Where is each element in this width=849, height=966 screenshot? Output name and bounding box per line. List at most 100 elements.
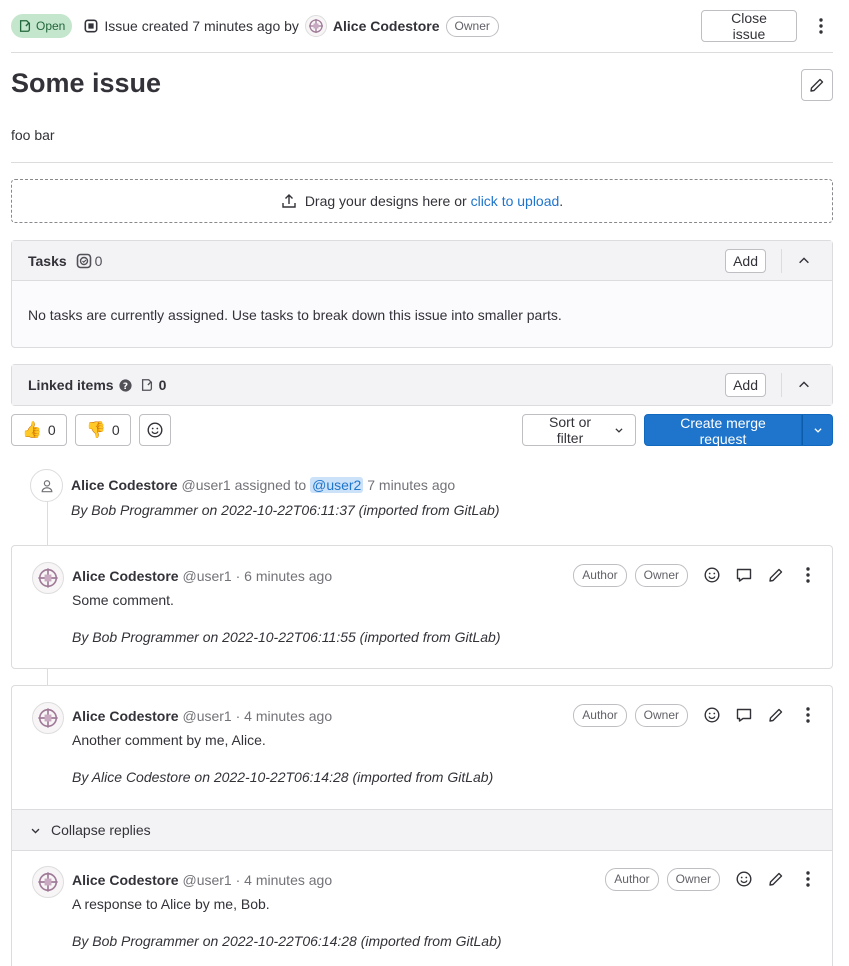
sort-filter-label: Sort or filter — [549, 414, 592, 446]
comment-author[interactable]: Alice Codestore — [72, 568, 179, 584]
linked-items-header: Linked items ? 0 Add — [12, 365, 832, 405]
issue-type-icon — [84, 19, 98, 33]
separator — [781, 248, 782, 273]
smiley-icon — [147, 422, 163, 438]
issue-open-icon — [19, 20, 31, 32]
pencil-icon[interactable] — [764, 867, 788, 891]
pencil-icon — [810, 78, 824, 92]
task-done-icon — [76, 253, 91, 268]
upload-icon — [282, 194, 296, 208]
smiley-icon[interactable] — [700, 563, 724, 587]
smiley-icon[interactable] — [732, 867, 756, 891]
comment-note: Alice Codestore @user1 · 6 minutes ago S… — [11, 545, 833, 669]
owner-badge: Owner — [634, 563, 688, 587]
thumbs-down-icon: 👎 — [86, 422, 106, 439]
issue-description: foo bar — [11, 127, 55, 143]
comment-imported: By Bob Programmer on 2022-10-22T06:11:55… — [72, 629, 501, 645]
owner-badge: Owner — [666, 867, 720, 891]
author-badge: Author — [605, 867, 659, 891]
author-link[interactable]: Alice Codestore — [333, 18, 440, 34]
comment-meta-line: Alice Codestore @user1 · 6 minutes ago — [72, 568, 332, 584]
tasks-title: Tasks — [28, 252, 67, 269]
comment-author[interactable]: Alice Codestore — [72, 708, 179, 724]
role-badge: Owner — [445, 15, 499, 37]
pencil-icon[interactable] — [764, 563, 788, 587]
svg-text:?: ? — [123, 381, 128, 391]
created-text: Issue created 7 minutes ago by — [104, 18, 299, 34]
tasks-header: Tasks 0 Add — [12, 241, 832, 281]
author-avatar[interactable] — [304, 15, 327, 37]
upload-link[interactable]: click to upload — [471, 193, 560, 209]
description-divider — [11, 162, 833, 163]
reply-author[interactable]: Alice Codestore — [72, 872, 179, 888]
close-issue-button[interactable]: Close issue — [701, 10, 797, 42]
author-badge: Author — [573, 563, 627, 587]
thumbs-up-button[interactable]: 👍 0 — [11, 414, 67, 446]
system-note-author[interactable]: Alice Codestore — [71, 477, 178, 493]
comment-imported: By Alice Codestore on 2022-10-22T06:14:2… — [72, 769, 494, 785]
created-info: Issue created 7 minutes ago by Alice Cod… — [84, 15, 499, 37]
linked-items-card: Linked items ? 0 Add — [11, 364, 833, 406]
comment-meta: @user1 · 4 minutes ago — [182, 708, 333, 724]
thumbs-down-count: 0 — [111, 422, 120, 438]
reply-meta-line: Alice Codestore @user1 · 4 minutes ago — [72, 872, 332, 888]
header-divider — [11, 52, 833, 53]
identicon-icon — [38, 568, 58, 588]
collapse-replies-toggle[interactable]: Collapse replies — [12, 809, 832, 851]
user-mention[interactable]: @user2 — [310, 477, 364, 493]
system-note-time: 7 minutes ago — [367, 477, 456, 493]
comment-avatar[interactable] — [32, 562, 64, 594]
tasks-empty-text: No tasks are currently assigned. Use tas… — [28, 307, 562, 323]
comment-body: Another comment by me, Alice. — [72, 732, 266, 748]
system-note-line: Alice Codestore @user1 assigned to @user… — [71, 477, 455, 493]
add-linked-item-button[interactable]: Add — [725, 373, 766, 397]
pencil-icon[interactable] — [764, 703, 788, 727]
more-actions-icon[interactable] — [796, 563, 820, 587]
help-icon[interactable]: ? — [119, 378, 132, 392]
more-actions-icon[interactable] — [796, 703, 820, 727]
thumbs-up-count: 0 — [47, 422, 56, 438]
edit-title-button[interactable] — [801, 69, 833, 101]
timeline-line — [47, 500, 48, 545]
issue-link-icon — [141, 379, 152, 391]
create-merge-request-button[interactable]: Create merge request — [644, 414, 802, 447]
reply-avatar[interactable] — [32, 866, 64, 898]
chevron-down-icon — [813, 428, 822, 433]
reply-meta: @user1 · 4 minutes ago — [182, 872, 333, 888]
comment-actions: Author Owner — [573, 703, 820, 727]
design-dropzone[interactable]: Drag your designs here or click to uploa… — [11, 179, 833, 223]
more-actions-icon[interactable] — [809, 14, 833, 38]
reply-icon[interactable] — [732, 563, 756, 587]
reply-icon[interactable] — [732, 703, 756, 727]
comment-body: Some comment. — [72, 592, 174, 608]
identicon-icon — [38, 872, 58, 892]
author-badge: Author — [573, 703, 627, 727]
chevron-up-icon[interactable] — [792, 249, 816, 273]
status-badge: Open — [11, 14, 73, 38]
add-task-button[interactable]: Add — [725, 248, 766, 273]
more-actions-icon[interactable] — [796, 867, 820, 891]
comment-thread: Alice Codestore @user1 · 4 minutes ago A… — [11, 685, 833, 966]
system-note-username: @user1 — [181, 477, 231, 493]
chevron-down-icon — [31, 828, 40, 834]
comment-meta-line: Alice Codestore @user1 · 4 minutes ago — [72, 708, 332, 724]
add-reaction-button[interactable] — [139, 414, 171, 446]
issue-header: Open Issue created 7 minutes ago by Alic… — [11, 10, 833, 42]
system-note-action: assigned to — [234, 477, 307, 493]
thumbs-up-icon: 👍 — [22, 422, 42, 439]
system-note-icon-wrap — [30, 469, 63, 502]
sort-filter-dropdown[interactable]: Sort or filter — [522, 414, 636, 446]
thumbs-down-button[interactable]: 👎 0 — [75, 414, 131, 446]
smiley-icon[interactable] — [700, 703, 724, 727]
dropzone-text: Drag your designs here or — [304, 193, 467, 209]
user-icon — [41, 479, 52, 492]
linked-items-count: 0 — [158, 377, 167, 393]
owner-badge: Owner — [634, 703, 688, 727]
page-title: Some issue — [11, 68, 162, 98]
tasks-count: 0 — [94, 252, 103, 269]
comment-avatar[interactable] — [32, 702, 64, 734]
timeline-line — [47, 668, 48, 686]
system-note-imported: By Bob Programmer on 2022-10-22T06:11:37… — [71, 502, 500, 518]
create-mr-dropdown-button[interactable] — [802, 414, 833, 446]
chevron-up-icon[interactable] — [792, 373, 816, 397]
